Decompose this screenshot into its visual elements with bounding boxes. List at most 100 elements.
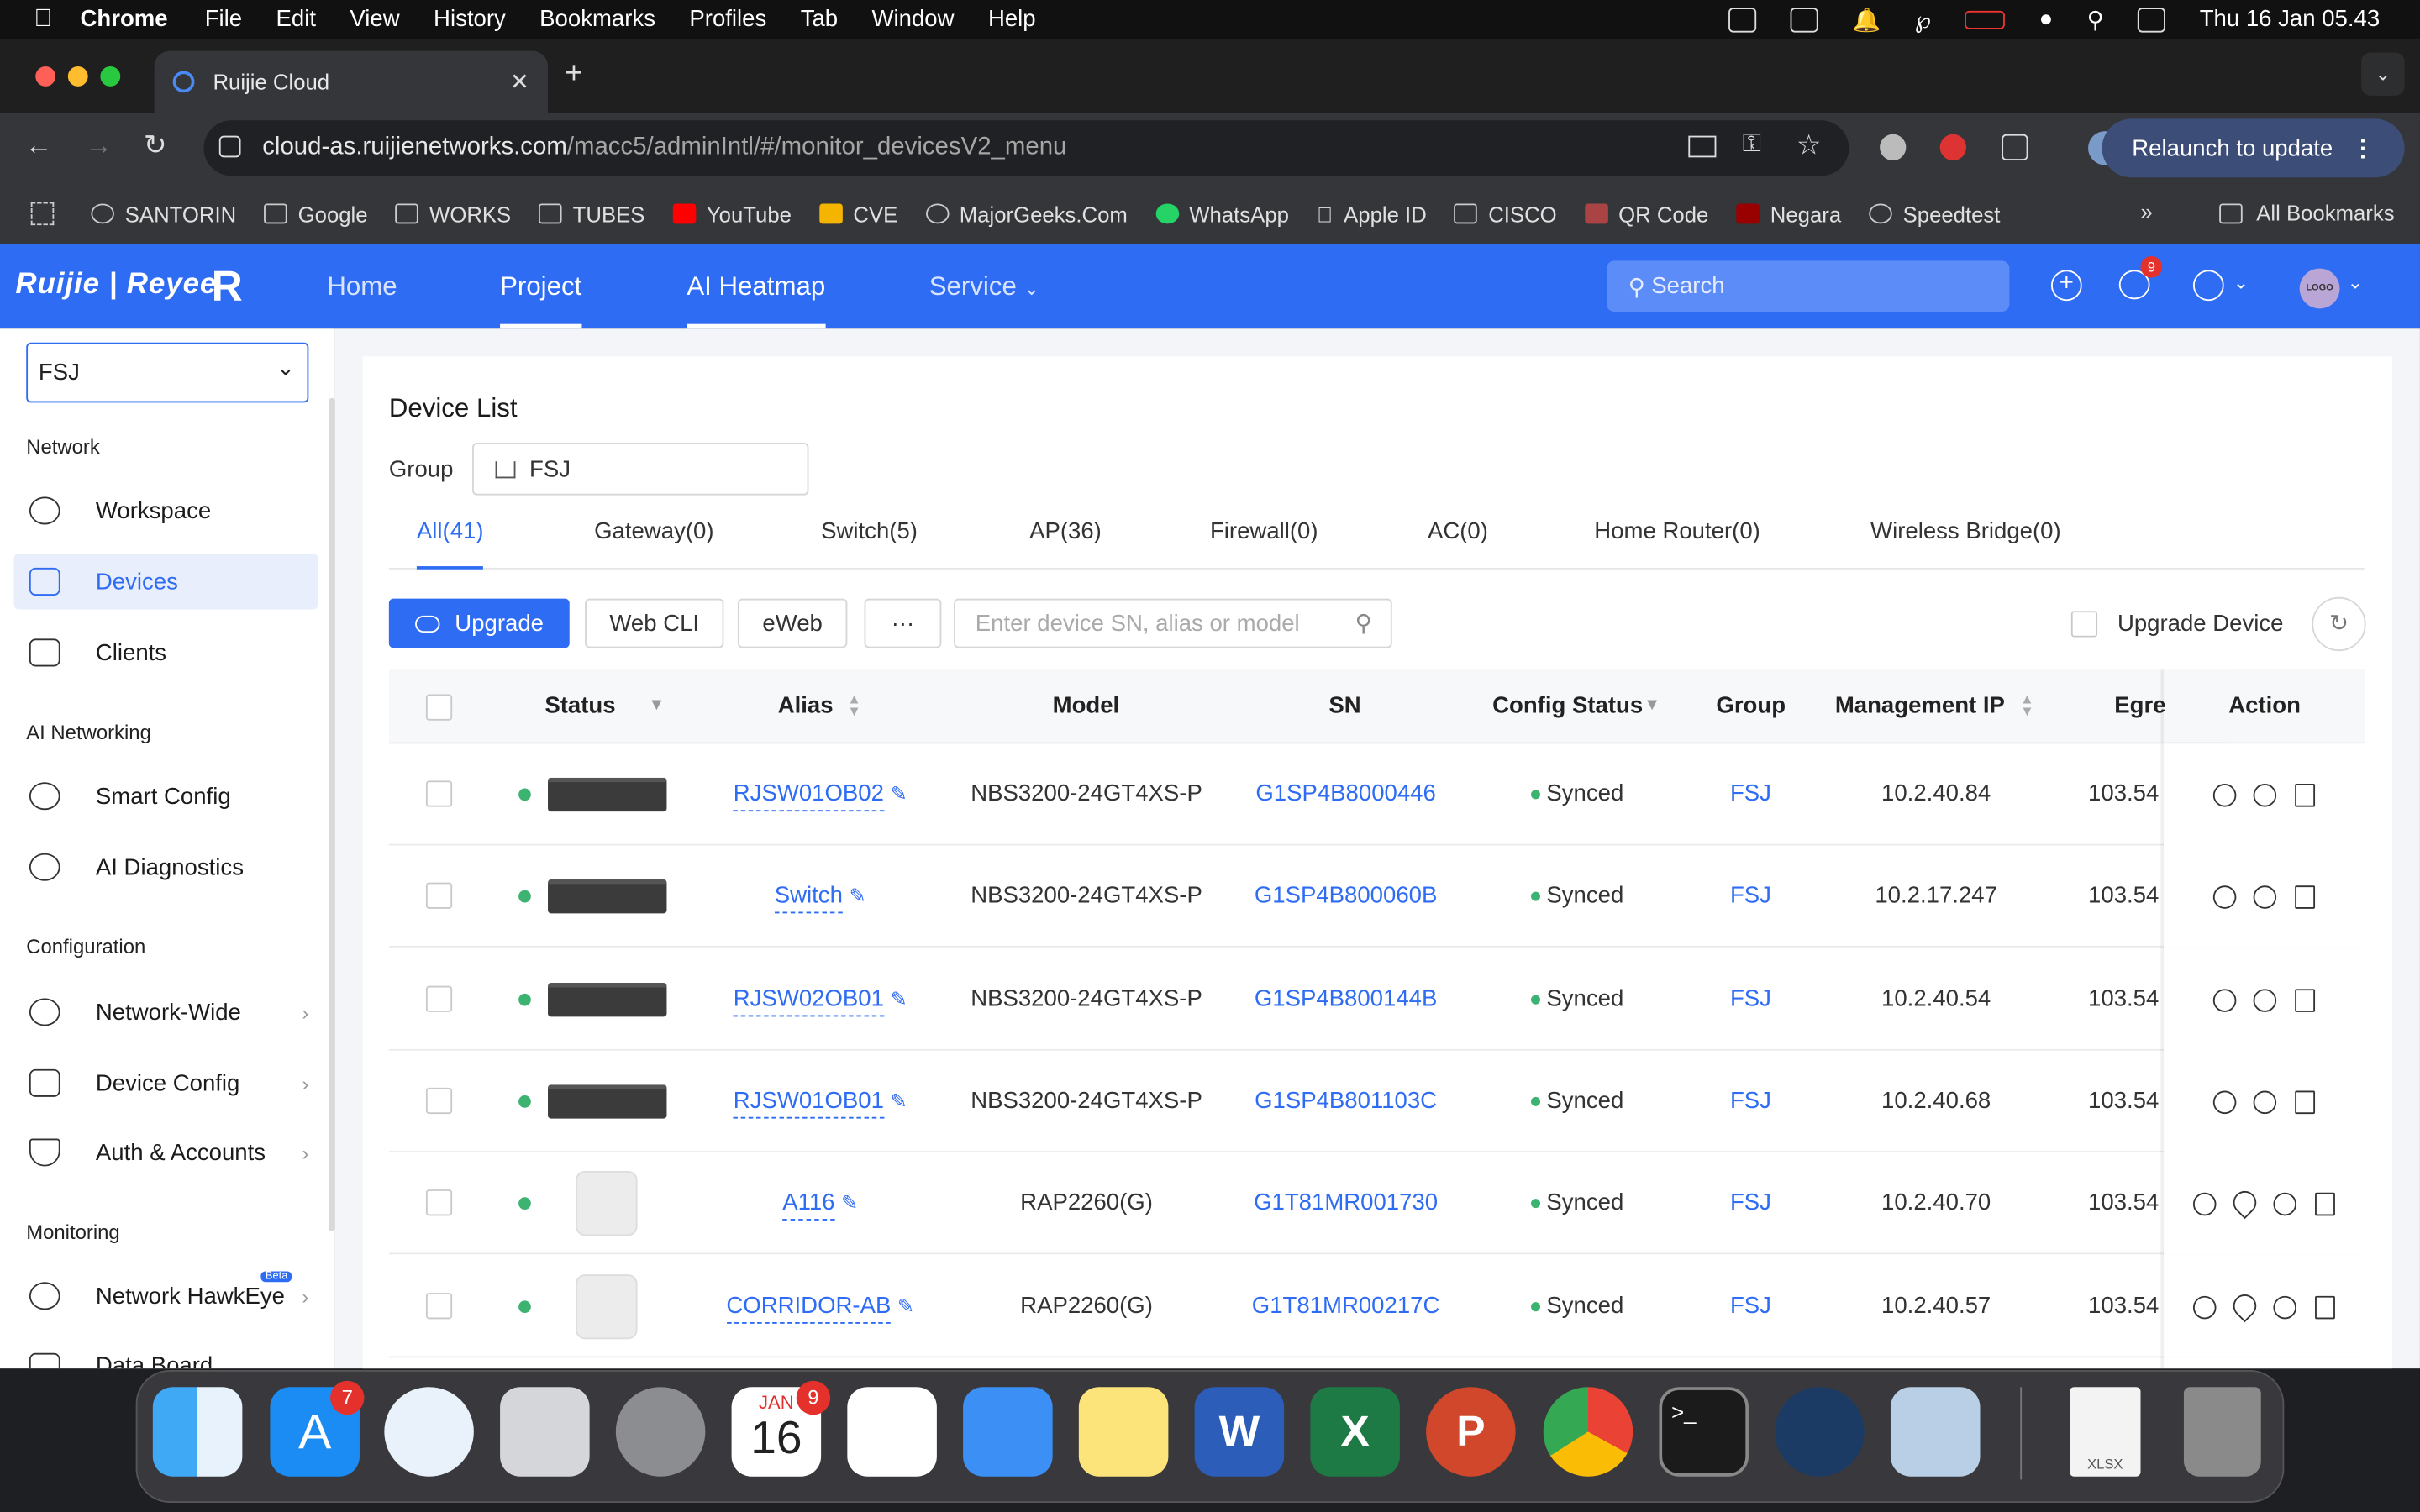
password-key-icon[interactable]: ⚿ (1743, 131, 1761, 159)
nav-home[interactable]: Home (327, 244, 397, 328)
bookmark-tubes[interactable]: TUBES (539, 202, 644, 226)
forward-icon[interactable]: → (85, 129, 113, 162)
sidebar-scrollbar[interactable] (329, 397, 335, 1231)
status-shield-icon[interactable] (1728, 7, 1757, 32)
address-bar[interactable]: cloud-as.ruijienetworks.com/macc5/adminI… (203, 120, 1849, 176)
group-link[interactable]: FSJ (1730, 846, 1771, 948)
reboot-power-icon[interactable] (2253, 1090, 2277, 1114)
tab-wireless-bridge[interactable]: Wireless Bridge(0) (1870, 518, 2061, 544)
tab-firewall[interactable]: Firewall(0) (1210, 518, 1318, 544)
alias-link[interactable]: Switch ✎ (701, 846, 940, 948)
site-info-icon[interactable] (218, 135, 241, 158)
alias-link[interactable]: RJSW02OB01 ✎ (701, 948, 940, 1050)
browser-tab-active[interactable]: Ruijie Cloud ✕ (154, 50, 549, 113)
ruijie-reyee-logo[interactable]: Ruijie | Reyee (15, 269, 217, 302)
edit-pencil-icon[interactable]: ✎ (841, 1191, 858, 1215)
row-checkbox[interactable] (425, 1292, 453, 1319)
delete-trash-icon[interactable] (2295, 885, 2316, 910)
row-checkbox[interactable] (425, 1189, 453, 1216)
avatar-chevron-icon[interactable]: ⌄ (2348, 271, 2363, 293)
apple-icon[interactable]:  (34, 5, 52, 33)
edit-pencil-icon[interactable]: ✎ (850, 885, 866, 908)
group-selector[interactable]: FSJ (472, 443, 809, 496)
row-checkbox[interactable] (425, 1087, 453, 1114)
tab-ap[interactable]: AP(36) (1029, 518, 1102, 544)
diagnose-icon[interactable] (2192, 1294, 2217, 1319)
upgrade-device-checkbox[interactable] (2070, 611, 2098, 638)
steam-icon[interactable] (1775, 1387, 1865, 1477)
alias-link[interactable]: CORRIDOR-AB ✎ (701, 1255, 940, 1357)
group-link[interactable]: FSJ (1730, 1255, 1771, 1357)
sn-link[interactable]: G1T81MR001730 (1230, 1152, 1462, 1254)
bookmark-youtube[interactable]: YouTube (672, 202, 792, 226)
safari-icon[interactable] (384, 1387, 474, 1477)
bookmark-apple-id[interactable]: Apple ID (1317, 202, 1427, 226)
sn-link[interactable]: G1SP4B800144B (1230, 948, 1462, 1050)
mail-icon[interactable] (963, 1387, 1053, 1477)
control-center-icon[interactable] (2138, 7, 2166, 32)
menu-window[interactable]: Window (872, 6, 955, 32)
sn-link[interactable]: G1SP4B801103C (1230, 1051, 1462, 1152)
language-chevron-icon[interactable]: ⌄ (2233, 271, 2249, 293)
row-checkbox[interactable] (425, 984, 453, 1012)
sn-link[interactable]: G1T81MR00217C (1230, 1255, 1462, 1357)
edit-pencil-icon[interactable]: ✎ (897, 1294, 914, 1317)
excel-icon[interactable]: X (1310, 1387, 1400, 1477)
bookmark-negara[interactable]: Negara (1736, 202, 1841, 226)
trash-icon[interactable] (2183, 1387, 2261, 1477)
menu-tab[interactable]: Tab (801, 6, 838, 32)
relaunch-to-update-button[interactable]: Relaunch to update ⋮ (2102, 118, 2405, 178)
menubar-app-name[interactable]: Chrome (81, 6, 168, 32)
notification-bell-icon[interactable]: 🔔 (1852, 5, 1881, 33)
back-icon[interactable]: ← (24, 129, 52, 162)
reboot-power-icon[interactable] (2253, 988, 2277, 1012)
all-bookmarks[interactable]: All Bookmarks (2219, 201, 2395, 225)
chrome-icon[interactable] (1543, 1387, 1634, 1477)
bookmark-qr-code[interactable]: QR Code (1584, 202, 1708, 226)
sidebar-item-device-config[interactable]: Device Config › (14, 1055, 318, 1110)
apps-grid-icon[interactable] (30, 202, 55, 226)
tab-home-router[interactable]: Home Router(0) (1594, 518, 1760, 544)
nav-project[interactable]: Project (500, 244, 582, 329)
menu-profiles[interactable]: Profiles (689, 6, 766, 32)
alias-link[interactable]: RJSW01OB01 ✎ (701, 1051, 940, 1152)
xlsx-file-icon[interactable]: XLSX (2070, 1387, 2141, 1477)
reload-icon[interactable]: ↻ (144, 129, 167, 162)
reboot-power-icon[interactable] (2273, 1294, 2297, 1319)
powerpoint-icon[interactable]: P (1426, 1387, 1516, 1477)
tab-gateway[interactable]: Gateway(0) (594, 518, 713, 544)
tab-ac[interactable]: AC(0) (1428, 518, 1488, 544)
sidebar-item-network-hawkeye[interactable]: Network HawkEye › Beta (14, 1268, 318, 1324)
add-circle-icon[interactable]: + (2050, 270, 2082, 302)
extensions-puzzle-icon[interactable] (2002, 134, 2028, 161)
ip-sort-icon[interactable]: ▲ ▼ (2020, 692, 2033, 718)
sidebar-item-workspace[interactable]: Workspace (14, 483, 318, 538)
language-globe-icon[interactable] (2192, 270, 2224, 302)
terminal-icon[interactable]: >_ (1659, 1387, 1749, 1477)
menu-view[interactable]: View (350, 6, 399, 32)
bookmark-speedtest[interactable]: Speedtest (1869, 202, 2000, 226)
row-checkbox[interactable] (425, 883, 453, 910)
extension-globe-icon[interactable] (1880, 134, 1907, 161)
window-zoom-button[interactable] (100, 66, 121, 87)
bookmarks-overflow-icon[interactable]: » (2141, 199, 2153, 223)
select-all-checkbox[interactable] (425, 694, 453, 721)
delete-trash-icon[interactable] (2295, 988, 2316, 1012)
sidebar-item-smart-config[interactable]: Smart Config (14, 769, 318, 824)
camera-blocked-icon[interactable] (1688, 135, 1717, 158)
delete-trash-icon[interactable] (2315, 1294, 2335, 1319)
new-tab-icon[interactable]: + (565, 57, 582, 92)
diagnose-icon[interactable] (2212, 784, 2237, 807)
menu-bookmarks[interactable]: Bookmarks (539, 6, 655, 32)
alias-link[interactable]: RJSW01OB02 ✎ (701, 743, 940, 845)
nav-ai-heatmap[interactable]: AI Heatmap (687, 244, 826, 329)
reminders-icon[interactable] (847, 1387, 937, 1477)
bookmark-majorgeeks[interactable]: MajorGeeks.Com (925, 202, 1128, 226)
row-checkbox[interactable] (425, 780, 453, 807)
menu-edit[interactable]: Edit (276, 6, 316, 32)
refresh-icon[interactable]: ↻ (2312, 596, 2366, 652)
more-actions-button[interactable]: ··· (864, 598, 942, 648)
bookmark-google[interactable]: Google (264, 202, 368, 226)
kebab-menu-icon[interactable]: ⋮ (2351, 134, 2375, 162)
bookmark-cisco[interactable]: CISCO (1454, 202, 1557, 226)
